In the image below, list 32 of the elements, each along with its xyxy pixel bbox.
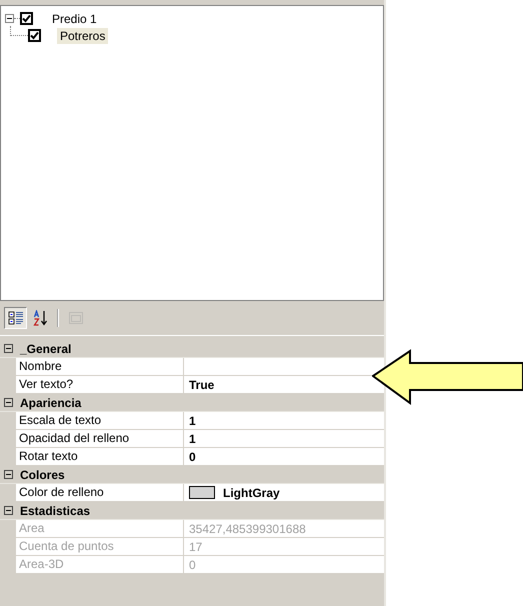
tree-item[interactable]: Predio 1: [49, 10, 100, 26]
property-name: Escala de texto: [16, 412, 184, 429]
tree-item[interactable]: Potreros: [57, 28, 108, 44]
property-name: Area-3D: [16, 556, 184, 573]
property-name: Cuenta de puntos: [16, 538, 184, 555]
collapse-icon[interactable]: [4, 344, 13, 353]
category-header[interactable]: Apariencia: [20, 396, 82, 410]
checkbox[interactable]: [20, 12, 33, 25]
categorized-icon: [8, 310, 24, 326]
property-pages-icon: [68, 310, 84, 326]
property-value-field[interactable]: LightGray: [184, 484, 384, 501]
property-name: Rotar texto: [16, 448, 184, 465]
collapse-icon[interactable]: [5, 14, 14, 23]
category-header[interactable]: Estadisticas: [20, 504, 90, 518]
checkbox[interactable]: [28, 29, 41, 42]
property-value-field[interactable]: True: [184, 376, 384, 393]
property-name: Area: [16, 520, 184, 537]
category-header[interactable]: Colores: [20, 468, 65, 482]
sort-alphabetical-icon: [32, 310, 48, 326]
collapse-icon[interactable]: [4, 398, 13, 407]
property-name: Nombre: [16, 358, 184, 375]
property-value-field[interactable]: 1: [184, 412, 384, 429]
categorized-button[interactable]: [4, 307, 27, 329]
property-value-field[interactable]: [184, 358, 384, 375]
property-name: Ver texto?: [16, 376, 184, 393]
property-value-field[interactable]: 0: [184, 448, 384, 465]
category-header[interactable]: _General: [20, 342, 72, 356]
property-name: Opacidad del relleno: [16, 430, 184, 447]
collapse-icon[interactable]: [4, 506, 13, 515]
property-value-field[interactable]: 1: [184, 430, 384, 447]
property-name: Color de relleno: [16, 484, 184, 501]
collapse-icon[interactable]: [4, 470, 13, 479]
